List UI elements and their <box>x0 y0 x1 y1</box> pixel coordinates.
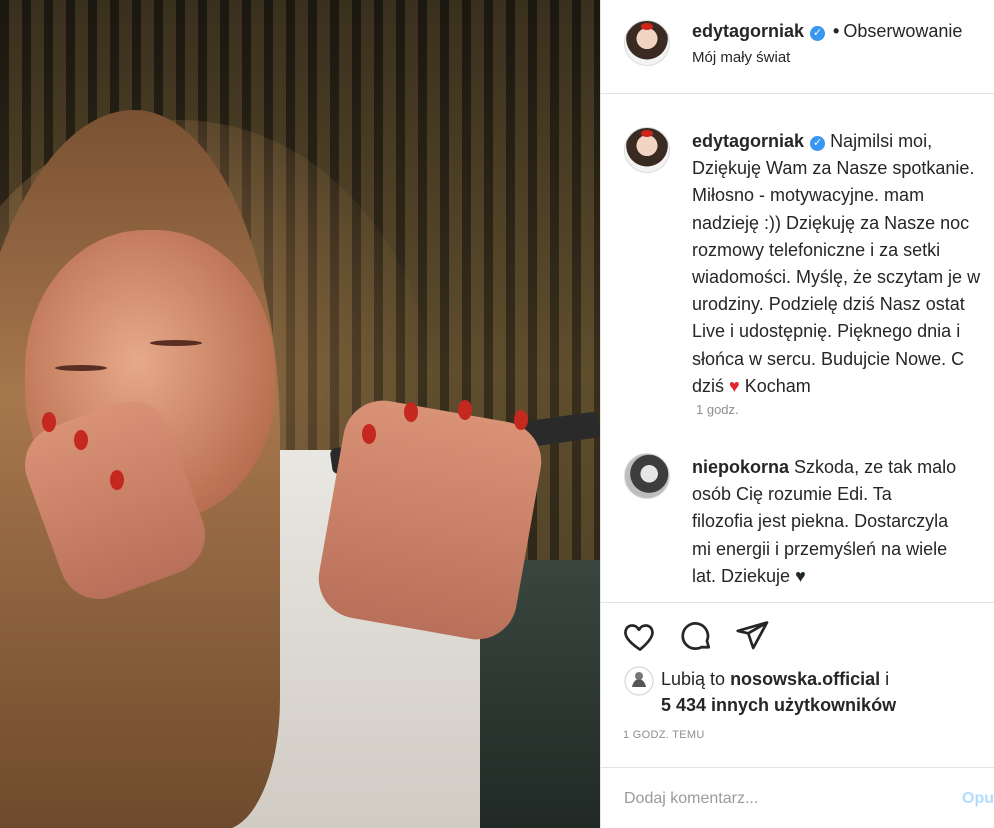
caption-username[interactable]: edytagorniak <box>692 131 804 151</box>
liker-avatar-icon[interactable] <box>624 666 654 696</box>
caption-avatar[interactable] <box>624 127 670 173</box>
share-icon[interactable] <box>734 618 770 654</box>
location-link[interactable]: Mój mały świat <box>692 49 790 66</box>
instagram-post-view: edytagorniak ✓ • Obserwowanie Mój mały świa… <box>0 0 994 828</box>
publish-comment-button[interactable]: Opu <box>962 790 994 808</box>
following-button[interactable]: Obserwowanie <box>843 21 962 41</box>
comment-username[interactable]: niepokorna <box>692 457 789 477</box>
post-video[interactable] <box>0 0 600 828</box>
add-comment-input[interactable] <box>624 790 924 808</box>
post-caption: edytagorniak ✓ Najmilsi moi, Dziękuję Wam… <box>692 131 981 396</box>
verified-badge-icon: ✓ <box>810 26 826 41</box>
actions-divider <box>600 602 994 603</box>
comment-icon[interactable] <box>678 618 714 654</box>
comment-item: niepokorna Szkoda, ze tak malo osób Cię … <box>692 457 957 586</box>
red-heart-emoji-icon: ♥ <box>729 375 740 396</box>
header-divider <box>600 93 994 94</box>
post-timestamp[interactable]: 1 GODZ. TEMU <box>623 729 705 741</box>
verified-badge-icon: ✓ <box>810 136 826 151</box>
caption-timestamp[interactable]: 1 godz. <box>696 402 739 417</box>
commenter-avatar[interactable] <box>624 453 670 499</box>
likes-summary: Lubią to nosowska.official i 5 434 innyc… <box>661 669 897 715</box>
likes-count[interactable]: 5 434 innych użytkowników <box>661 695 896 715</box>
liker-username[interactable]: nosowska.official <box>730 669 880 689</box>
author-avatar[interactable] <box>624 20 670 66</box>
author-username[interactable]: edytagorniak <box>692 21 804 41</box>
dark-heart-emoji-icon: ♥ <box>795 565 806 586</box>
heart-icon[interactable] <box>622 618 658 654</box>
post-header: edytagorniak ✓ • Obserwowanie <box>692 21 963 41</box>
